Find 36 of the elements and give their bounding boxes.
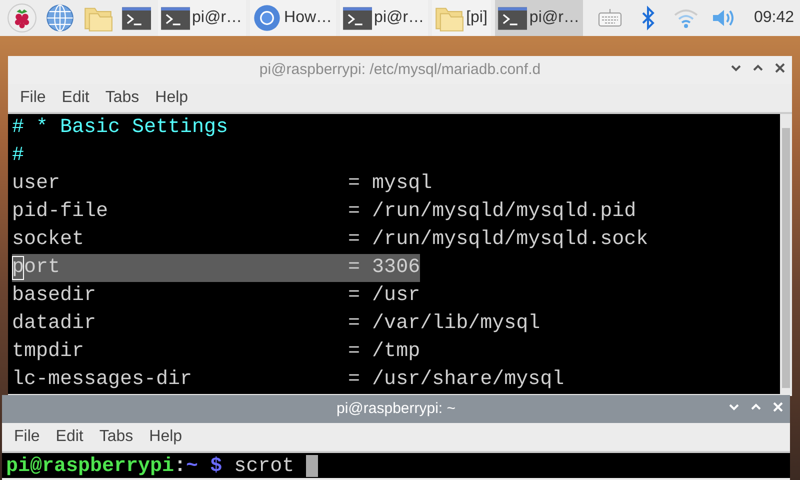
- comment-line: # * Basic Settings: [12, 115, 228, 141]
- config-line: datadir = /var/lib/mysql: [12, 311, 540, 337]
- close-icon[interactable]: [774, 62, 786, 74]
- menu-item[interactable]: File: [12, 86, 54, 110]
- config-line: pid-file = /run/mysqld/mysqld.pid: [12, 199, 636, 225]
- taskbar-button[interactable]: How…: [250, 0, 336, 36]
- scrollbar[interactable]: [780, 114, 792, 394]
- menu-item[interactable]: Tabs: [97, 86, 148, 110]
- menu-item[interactable]: Edit: [48, 425, 92, 449]
- menu-item[interactable]: File: [6, 425, 48, 449]
- browser-icon: [252, 3, 282, 33]
- comment-line: #: [12, 143, 24, 169]
- config-line: basedir = /usr: [12, 283, 420, 309]
- config-line: tmpdir = /tmp: [12, 339, 420, 365]
- text-cursor: [306, 454, 318, 477]
- globe-icon[interactable]: [45, 3, 75, 33]
- config-line: lc-messages-dir = /usr/share/mysql: [12, 367, 564, 393]
- prompt-separator: :: [174, 455, 186, 478]
- clock: 09:42: [754, 8, 794, 28]
- menu-item[interactable]: Help: [141, 425, 190, 449]
- prompt-path: ~: [186, 455, 198, 478]
- menu-item[interactable]: Tabs: [91, 425, 142, 449]
- prompt-user: pi@raspberrypi: [6, 455, 174, 478]
- config-line: user = mysql: [12, 171, 432, 197]
- command-text: scrot: [234, 455, 294, 478]
- taskbar-button[interactable]: pi@r…: [495, 0, 584, 36]
- prompt-symbol: $: [210, 455, 222, 478]
- config-line: socket = /run/mysqld/mysqld.sock: [12, 227, 648, 253]
- taskbar-button[interactable]: [pi]: [432, 0, 492, 36]
- window-title: pi@raspberrypi: ~: [336, 398, 456, 419]
- raspberry-icon[interactable]: [7, 3, 37, 33]
- taskbar-button[interactable]: pi@r…: [340, 0, 428, 36]
- taskbar-button[interactable]: pi@r…: [158, 0, 246, 36]
- menu-item[interactable]: Edit: [54, 86, 98, 110]
- window-title: pi@raspberrypi: /etc/mysql/mariadb.conf.d: [259, 60, 541, 80]
- menu-item[interactable]: Help: [147, 86, 196, 110]
